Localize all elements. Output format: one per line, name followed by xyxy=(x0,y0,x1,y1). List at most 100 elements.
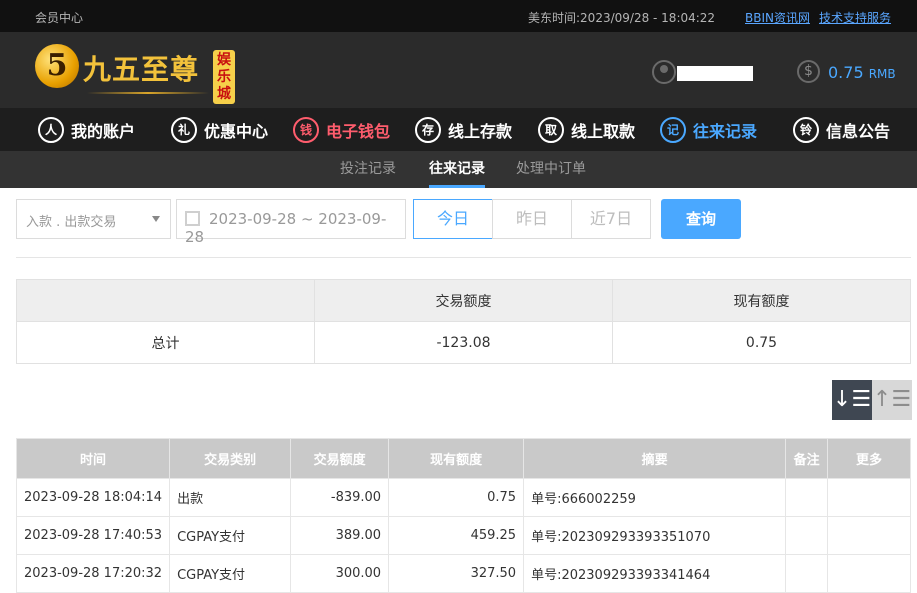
summary-table: 交易额度 现有额度 总计 -123.08 0.75 xyxy=(16,279,911,364)
balance-amount: 0.75 xyxy=(828,63,864,82)
summary-transaction-total: -123.08 xyxy=(314,321,613,364)
transaction-type-value: 入款 . 出款交易 xyxy=(26,215,117,230)
nav-online-deposit[interactable]: 存线上存款 xyxy=(415,108,512,151)
summary-current-total: 0.75 xyxy=(612,321,911,364)
record-summary: 单号:202309293393341464 xyxy=(523,554,787,593)
nav-e-wallet[interactable]: 钱电子钱包 xyxy=(293,108,390,151)
nav-online-withdrawal[interactable]: 取线上取款 xyxy=(538,108,635,151)
eastern-time-label: 美东时间: xyxy=(528,11,581,25)
balance-currency: RMB xyxy=(868,67,896,81)
records-header-amount: 交易额度 xyxy=(290,438,390,479)
brand-logo[interactable]: 5 九五至尊 娱乐城 xyxy=(35,42,235,104)
summary-header-transaction: 交易额度 xyxy=(314,279,613,322)
record-more[interactable] xyxy=(827,554,911,593)
eastern-time-value: 2023/09/28 - 18:04:22 xyxy=(580,11,716,25)
top-status-bar: 会员中心 美东时间:2023/09/28 - 18:04:22 BBIN资讯网 … xyxy=(0,0,917,32)
record-more[interactable] xyxy=(827,516,911,555)
nav-label: 电子钱包 xyxy=(326,121,391,141)
eastern-time: 美东时间:2023/09/28 - 18:04:22 xyxy=(528,9,715,26)
user-icon: 人 xyxy=(38,116,64,143)
record-note xyxy=(785,554,829,593)
record-amount: 300.00 xyxy=(290,554,390,593)
bbin-info-link[interactable]: BBIN资讯网 xyxy=(745,9,810,26)
records-table: 时间 交易类别 交易额度 现有额度 摘要 备注 更多 2023-09-28 18… xyxy=(15,438,911,593)
sort-ascending-icon: ↑☰ xyxy=(872,387,912,412)
site-header: 5 九五至尊 娱乐城 $ 0.75 RMB xyxy=(0,32,917,108)
yesterday-button[interactable]: 昨日 xyxy=(492,199,572,239)
nav-label: 我的账户 xyxy=(71,121,136,141)
logo-ornament xyxy=(87,92,209,94)
nav-my-account[interactable]: 人我的账户 xyxy=(38,108,135,151)
user-name-field xyxy=(677,66,753,81)
records-header-time: 时间 xyxy=(15,438,171,479)
record-time: 2023-09-28 17:20:32 xyxy=(15,554,171,593)
summary-header-current: 现有额度 xyxy=(612,279,911,322)
chevron-down-icon xyxy=(152,216,160,222)
record-note xyxy=(785,478,829,517)
sub-navigation: 投注记录 往来记录 处理中订单 xyxy=(0,151,917,188)
tab-bet-records[interactable]: 投注记录 xyxy=(340,151,396,188)
nav-label: 信息公告 xyxy=(826,121,891,141)
nav-label: 往来记录 xyxy=(693,121,758,141)
wallet-icon: 钱 xyxy=(293,116,319,143)
gift-icon: 礼 xyxy=(171,116,197,143)
date-range-input[interactable]: 2023-09-28 ~ 2023-09-28 xyxy=(176,199,406,246)
bell-icon: 铃 xyxy=(793,116,819,143)
record-amount: -839.00 xyxy=(290,478,390,517)
summary-row: 总计 -123.08 0.75 xyxy=(16,321,911,364)
transaction-type-select[interactable]: 入款 . 出款交易 xyxy=(16,199,171,239)
logo-text: 九五至尊 xyxy=(83,53,200,86)
currency-icon: $ xyxy=(797,60,820,83)
nav-label: 线上存款 xyxy=(448,121,513,141)
record-balance: 459.25 xyxy=(388,516,525,555)
nav-transaction-records[interactable]: 记往来记录 xyxy=(660,108,757,151)
records-header-type: 交易类别 xyxy=(169,438,292,479)
table-row[interactable]: 2023-09-28 18:04:14 出款 -839.00 0.75 单号:6… xyxy=(15,478,911,517)
today-button[interactable]: 今日 xyxy=(413,199,493,239)
logo-badge: 娱乐城 xyxy=(213,50,235,104)
records-header-balance: 现有额度 xyxy=(388,438,525,479)
records-header-more: 更多 xyxy=(827,438,911,479)
record-type: 出款 xyxy=(169,478,292,517)
record-type: CGPAY支付 xyxy=(169,554,292,593)
record-summary: 单号:202309293393351070 xyxy=(523,516,787,555)
record-more[interactable] xyxy=(827,478,911,517)
record-balance: 0.75 xyxy=(388,478,525,517)
nav-announcements[interactable]: 铃信息公告 xyxy=(793,108,890,151)
record-time: 2023-09-28 18:04:14 xyxy=(15,478,171,517)
summary-row-label: 总计 xyxy=(16,321,315,364)
tab-pending-orders[interactable]: 处理中订单 xyxy=(516,151,586,188)
record-icon: 记 xyxy=(660,116,686,143)
sort-descending-button[interactable]: ↓☰ xyxy=(832,380,872,420)
main-navigation: 人我的账户 礼优惠中心 钱电子钱包 存线上存款 取线上取款 记往来记录 铃信息公… xyxy=(0,108,917,151)
nav-label: 优惠中心 xyxy=(204,121,269,141)
record-balance: 327.50 xyxy=(388,554,525,593)
record-note xyxy=(785,516,829,555)
record-summary: 单号:666002259 xyxy=(523,478,787,517)
logo-mark-icon: 5 xyxy=(35,44,79,88)
user-icon[interactable] xyxy=(652,60,676,84)
balance-display: 0.75 RMB xyxy=(828,63,896,82)
tech-support-link[interactable]: 技术支持服务 xyxy=(819,9,891,26)
nav-promotions[interactable]: 礼优惠中心 xyxy=(171,108,268,151)
withdraw-icon: 取 xyxy=(538,116,564,143)
query-button[interactable]: 查询 xyxy=(661,199,741,239)
records-header-note: 备注 xyxy=(785,438,829,479)
sort-ascending-button[interactable]: ↑☰ xyxy=(872,380,912,420)
sort-descending-icon: ↓☰ xyxy=(832,387,872,412)
table-row[interactable]: 2023-09-28 17:40:53 CGPAY支付 389.00 459.2… xyxy=(15,516,911,555)
deposit-icon: 存 xyxy=(415,116,441,143)
record-type: CGPAY支付 xyxy=(169,516,292,555)
member-center-label: 会员中心 xyxy=(35,11,84,25)
nav-label: 线上取款 xyxy=(571,121,636,141)
last-7-days-button[interactable]: 近7日 xyxy=(571,199,651,239)
record-time: 2023-09-28 17:40:53 xyxy=(15,516,171,555)
summary-header-blank xyxy=(16,279,315,322)
table-row[interactable]: 2023-09-28 17:20:32 CGPAY支付 300.00 327.5… xyxy=(15,554,911,593)
tab-transaction-records[interactable]: 往来记录 xyxy=(429,151,485,188)
date-range-value: 2023-09-28 ~ 2023-09-28 xyxy=(185,210,387,246)
record-amount: 389.00 xyxy=(290,516,390,555)
filter-divider xyxy=(16,257,911,258)
calendar-icon xyxy=(185,211,200,226)
records-header-summary: 摘要 xyxy=(523,438,787,479)
